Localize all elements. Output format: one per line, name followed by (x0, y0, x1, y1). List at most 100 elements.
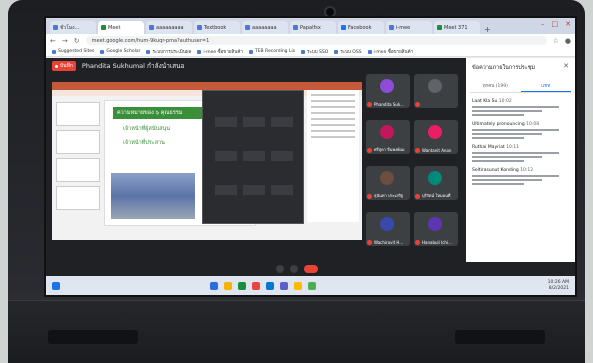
message-time: 10:12 (520, 168, 534, 173)
tab-label: ชั่วโมง... (60, 24, 80, 31)
forward-icon[interactable]: → (62, 37, 68, 45)
message-text-line (472, 152, 560, 154)
browser-tab[interactable]: Papalfsx (290, 21, 336, 34)
participant-tile[interactable] (414, 74, 458, 108)
slide-thumbnail[interactable] (56, 130, 100, 154)
participant-tile[interactable]: Phandita Suk... (366, 74, 410, 108)
bookmark-item[interactable]: ระบบ SSO (301, 48, 328, 55)
bookmark-label: Suggested Sites (58, 49, 95, 54)
slide-thumbnails (56, 102, 100, 222)
message-text-line (472, 156, 542, 158)
bookmark-item[interactable]: ระบบการประเมินผล (146, 48, 191, 55)
browser-tab[interactable]: Meet 371 (434, 21, 480, 34)
tab-favicon-icon (245, 25, 250, 30)
slide-thumbnail[interactable] (56, 186, 100, 210)
message-sender: Seltirasunut Konding (472, 168, 521, 173)
leave-call-button[interactable] (304, 265, 318, 273)
browser-tab[interactable]: Facebook (338, 21, 384, 34)
star-icon[interactable]: ☆ (553, 37, 559, 45)
bookmark-favicon-icon (52, 49, 56, 54)
panel-title: ข้อความภายในการประชุม (472, 65, 536, 71)
slide-thumbnail[interactable] (56, 102, 100, 126)
taskbar-app-icon[interactable] (238, 281, 246, 290)
message-header: Ultimately pronouncing 10:08 (472, 122, 569, 127)
mic-muted-icon (415, 102, 420, 107)
doc-line (311, 124, 355, 126)
laptop-hinge-left (48, 330, 138, 344)
taskbar-app-icon[interactable] (210, 281, 218, 290)
message-text-line (472, 160, 525, 162)
taskbar-app-icon[interactable] (280, 281, 288, 290)
taskbar-app-icon[interactable] (224, 281, 232, 290)
bookmark-item[interactable]: i-mee ซื้อขายสินค้า (197, 48, 243, 55)
presenter-label: Phandita Sukhumal กำลังนำเสนอ (81, 62, 185, 70)
mic-muted-icon (367, 194, 372, 199)
avatar (428, 125, 442, 139)
participant-tile[interactable]: Hanabuli Ichi... (414, 212, 458, 246)
message-sender: Ultimately pronouncing (472, 122, 527, 127)
message-text-line (472, 110, 542, 112)
participant-tile[interactable]: สุนันทา ประเสริฐ (366, 166, 410, 200)
participant-name: ศรีสุดา จีนพงษ์ผม (374, 147, 405, 152)
message-sender: Ruthai Mayriat (472, 145, 507, 150)
chat-panel: ข้อความภายในการประชุม ✕ ทุกคน (199) แชท … (466, 58, 575, 262)
bookmark-item[interactable]: Google Scholar (100, 49, 140, 54)
recording-label: บันทึก (60, 63, 73, 69)
bookmark-label: ระบบการประเมินผล (152, 50, 192, 55)
tab-chat[interactable]: แชท (520, 80, 571, 92)
mic-icon[interactable] (276, 265, 284, 273)
slide-thumbnail[interactable] (56, 158, 100, 182)
taskbar-app-icon[interactable] (308, 281, 316, 290)
browser-tab[interactable]: aaaaaaaa (242, 21, 288, 34)
bookmark-label: i-mee ซื้อขายสินค้า (373, 50, 414, 55)
message-time: 10:08 (526, 122, 540, 127)
close-icon[interactable]: ✕ (565, 20, 571, 28)
participant-tiles: Phandita Suk... ศรีสุดา จีนพงษ์ผม Wantanit… (366, 60, 462, 256)
url-field[interactable]: meet.google.com/hum-9kuqr-pma?authuser=1 (85, 36, 547, 45)
bookmark-favicon-icon (146, 49, 151, 54)
new-tab-button[interactable]: + (484, 25, 491, 34)
browser-tab[interactable]: ชั่วโมง... (50, 21, 96, 34)
bookmark-item[interactable]: TEB Recording Lis (248, 49, 295, 54)
avatar (380, 171, 394, 185)
bookmark-favicon-icon (248, 49, 253, 54)
windows-start-icon[interactable] (52, 281, 60, 290)
close-panel-icon[interactable]: ✕ (563, 62, 569, 70)
participant-tile[interactable]: ศรีสุดา จีนพงษ์ผม (366, 120, 410, 154)
tab-favicon-icon (437, 25, 442, 30)
chat-message: Ruthai Mayriat 10:11 (472, 145, 569, 162)
back-icon[interactable]: ← (50, 37, 56, 45)
bookmark-item[interactable]: i-mee ซื้อขายสินค้า (367, 48, 414, 55)
taskbar-app-icon[interactable] (294, 281, 302, 290)
taskbar-app-icon[interactable] (266, 281, 274, 290)
nested-tile (243, 117, 265, 127)
powerpoint-ribbon (52, 82, 362, 90)
message-text-line (472, 179, 542, 181)
system-clock[interactable]: 10:26 AM 8/2/2021 (548, 280, 569, 292)
message-header: Seltirasunut Konding 10:12 (472, 168, 569, 173)
browser-tab[interactable]: Meet (98, 21, 144, 34)
tab-favicon-icon (341, 25, 346, 30)
taskbar-app-icon[interactable] (252, 281, 260, 290)
participant-name: Phandita Suk... (374, 102, 405, 107)
taskbar-apps (210, 281, 316, 290)
camera-icon[interactable] (290, 265, 298, 273)
participant-tile[interactable]: Wachiravit H... (366, 212, 410, 246)
browser-tab[interactable]: i-mee (386, 21, 432, 34)
browser-tab[interactable]: aaaaaaaaa (146, 21, 192, 34)
tab-favicon-icon (101, 25, 106, 30)
maximize-icon[interactable]: □ (552, 20, 559, 28)
minimize-icon[interactable]: – (541, 20, 545, 28)
tab-label: i-mee (396, 24, 411, 31)
reload-icon[interactable]: ↻ (74, 37, 80, 45)
profile-icon[interactable]: ● (565, 37, 571, 45)
message-text-line (472, 129, 560, 131)
bookmark-item[interactable]: Suggested Sites (52, 49, 94, 54)
participant-tile[interactable]: Wantanit Anon (414, 120, 458, 154)
participant-tile[interactable]: บุริรัตน์ ใหมอนที่ (414, 166, 458, 200)
chat-message: Seltirasunut Konding 10:12 (472, 168, 569, 185)
bookmark-item[interactable]: ระบบ OSS (334, 48, 362, 55)
participant-name: Wachiravit H... (374, 240, 404, 245)
tab-everyone[interactable]: ทุกคน (199) (470, 80, 521, 92)
browser-tab[interactable]: Textbook (194, 21, 240, 34)
